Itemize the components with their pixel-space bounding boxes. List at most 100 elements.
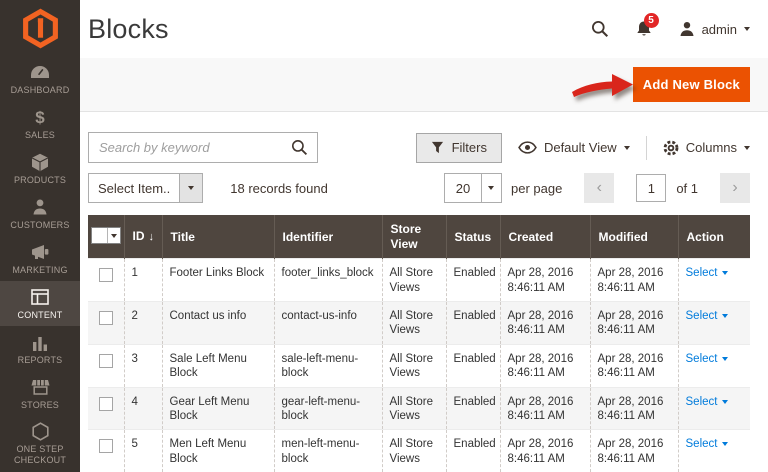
sidebar-item-sales[interactable]: $ SALES (0, 101, 80, 146)
notifications-bell-icon[interactable]: 5 (635, 13, 659, 38)
header-cell-status[interactable]: Status (445, 215, 500, 259)
cell-modified: Apr 28, 2016 8:46:11 AM (589, 258, 678, 302)
row-checkbox[interactable] (98, 353, 113, 368)
current-page-input[interactable] (636, 174, 667, 203)
sidebar-item-label: DASHBOARD (10, 85, 70, 95)
stores-icon (31, 377, 50, 397)
cell-id: 3 (123, 344, 162, 387)
sidebar-item-label: CUSTOMERS (10, 220, 70, 230)
chevron-down-icon (722, 314, 729, 319)
cell-store-view: All Store Views (381, 344, 446, 387)
chevron-down-icon (188, 186, 195, 191)
view-selector[interactable]: Default View (518, 140, 630, 155)
cell-checkbox (88, 387, 124, 430)
sidebar-item-marketing[interactable]: MARKETING (0, 236, 80, 281)
admin-account-menu[interactable]: admin (679, 21, 750, 37)
sidebar-item-stores[interactable]: STORES (0, 371, 80, 416)
per-page-label: per page (510, 180, 563, 196)
row-select-action[interactable]: Select (686, 395, 729, 409)
global-search-icon[interactable] (591, 20, 609, 38)
cell-status: Enabled (445, 387, 500, 430)
chevron-down-icon (623, 145, 630, 150)
row-checkbox[interactable] (98, 396, 113, 411)
sidebar-item-customers[interactable]: CUSTOMERS (0, 191, 80, 236)
cell-modified: Apr 28, 2016 8:46:11 AM (589, 429, 678, 472)
sidebar-item-label: SALES (24, 130, 56, 140)
filters-button[interactable]: Filters (415, 132, 502, 163)
chevron-down-icon (722, 356, 729, 361)
search-submit-icon[interactable] (281, 139, 317, 156)
keyword-search-box (88, 132, 318, 164)
sidebar-item-label: ONE STEP CHECKOUT (13, 444, 67, 465)
cell-title: Gear Left Menu Block (161, 387, 274, 430)
cell-store-view: All Store Views (381, 258, 446, 302)
content-icon (31, 287, 49, 307)
admin-username: admin (701, 21, 737, 37)
notification-badge: 5 (643, 13, 659, 29)
cell-identifier: footer_links_block (273, 258, 382, 302)
cell-store-view: All Store Views (381, 429, 446, 472)
select-all-dropdown[interactable] (90, 227, 121, 245)
row-select-action[interactable]: Select (686, 309, 729, 323)
cell-action: Select (677, 387, 750, 430)
header-cell-store-view[interactable]: Store View (381, 215, 446, 259)
blocks-table: ID ↓ Title Identifier Store View Status C… (88, 215, 750, 472)
mass-action-dropdown[interactable]: Select Item.. (88, 173, 204, 204)
cell-store-view: All Store Views (381, 387, 446, 430)
grid-area: Filters Default View Columns (80, 112, 768, 472)
magento-logo-icon[interactable] (0, 0, 80, 56)
sidebar-item-label: PRODUCTS (13, 175, 67, 185)
table-row: 5 Men Left Menu Block men-left-menu-block A… (88, 429, 750, 472)
chevron-down-icon (110, 233, 117, 238)
annotation-arrow (572, 74, 633, 98)
sidebar-item-reports[interactable]: REPORTS (0, 326, 80, 371)
cell-status: Enabled (445, 344, 500, 387)
reports-icon (32, 332, 48, 352)
cell-identifier: contact-us-info (273, 301, 382, 345)
user-icon (680, 22, 694, 37)
header-cell-created[interactable]: Created (499, 215, 590, 259)
cell-action: Select (677, 429, 750, 472)
sidebar-item-products[interactable]: PRODUCTS (0, 146, 80, 191)
row-select-action[interactable]: Select (686, 266, 729, 280)
cell-action: Select (677, 344, 750, 387)
sidebar-item-content[interactable]: CONTENT (0, 281, 80, 326)
chevron-down-icon (722, 442, 729, 447)
row-select-action[interactable]: Select (686, 352, 729, 366)
sidebar-item-label: CONTENT (17, 310, 63, 320)
next-page-button[interactable]: › (720, 173, 750, 204)
cell-identifier: sale-left-menu-block (273, 344, 382, 387)
cell-checkbox (88, 302, 124, 345)
eye-icon (518, 141, 537, 155)
blocks-table-body: 1 Footer Links Block footer_links_block All… (88, 258, 750, 472)
header-cell-id[interactable]: ID ↓ (123, 215, 162, 259)
cell-id: 1 (123, 258, 162, 302)
marketing-icon (31, 242, 50, 262)
cell-created: Apr 28, 2016 8:46:11 AM (499, 258, 590, 302)
previous-page-button[interactable]: ‹ (584, 173, 615, 204)
row-checkbox[interactable] (98, 439, 113, 454)
sidebar-item-dashboard[interactable]: DASHBOARD (0, 56, 80, 101)
add-new-block-button[interactable]: Add New Block (632, 67, 750, 103)
keyword-search-input[interactable] (89, 140, 281, 156)
header-cell-modified[interactable]: Modified (589, 215, 678, 259)
table-row: 2 Contact us info contact-us-info All Store… (88, 301, 750, 345)
sidebar-item-checkout[interactable]: ONE STEP CHECKOUT (0, 416, 80, 465)
cell-title: Contact us info (161, 301, 274, 345)
row-checkbox[interactable] (98, 311, 113, 325)
chevron-down-icon (722, 271, 729, 276)
sidebar-nav: DASHBOARD $ SALES PRODUCTS CUSTOMERS MARKETIN… (0, 56, 80, 465)
cell-title: Sale Left Menu Block (161, 344, 274, 387)
cell-id: 4 (123, 387, 162, 430)
per-page-dropdown[interactable]: 20 (443, 173, 502, 204)
sort-desc-icon: ↓ (148, 231, 155, 244)
table-row: 1 Footer Links Block footer_links_block All… (88, 258, 750, 302)
row-select-action[interactable]: Select (686, 437, 729, 451)
header-cell-title[interactable]: Title (161, 215, 274, 259)
header-cell-identifier[interactable]: Identifier (273, 215, 382, 259)
cell-action: Select (677, 301, 750, 345)
cell-created: Apr 28, 2016 8:46:11 AM (499, 429, 590, 472)
row-checkbox[interactable] (98, 268, 113, 283)
cell-modified: Apr 28, 2016 8:46:11 AM (589, 387, 678, 430)
columns-selector[interactable]: Columns (663, 140, 750, 156)
